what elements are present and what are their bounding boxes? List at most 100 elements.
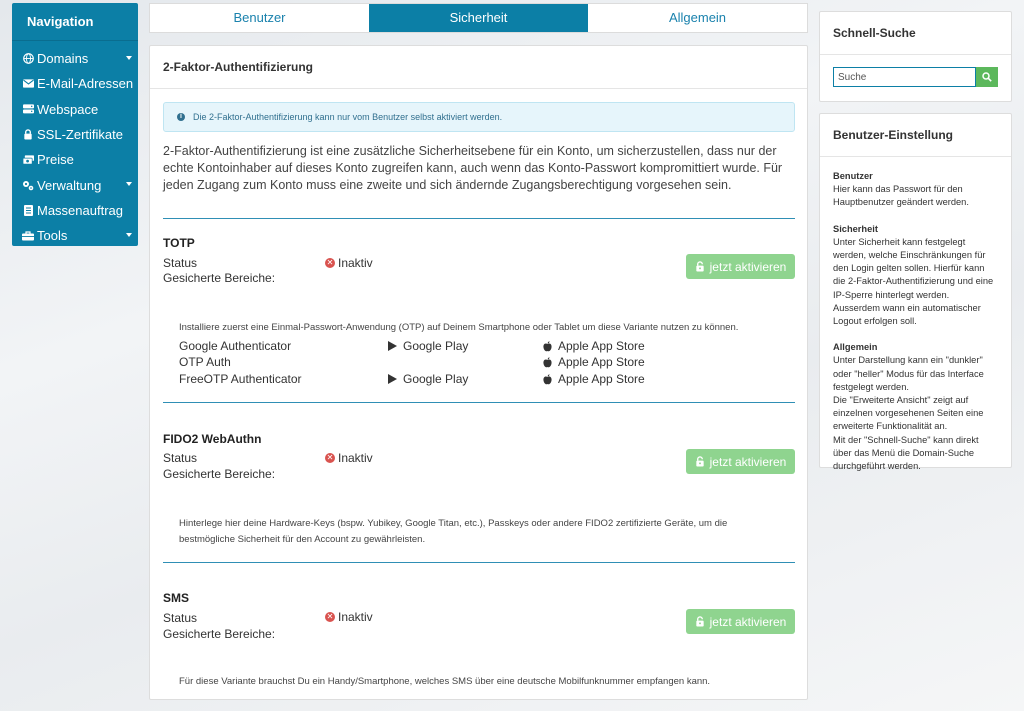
unlock-icon xyxy=(695,261,705,272)
fido-status-label: Status xyxy=(163,451,198,465)
app-name: FreeOTP Authenticator xyxy=(179,372,302,386)
toolbox-icon xyxy=(21,231,35,241)
totp-status-label: Status xyxy=(163,256,198,270)
sidebar-item-label: Preise xyxy=(37,152,74,168)
quick-search-panel: Schnell-Suche xyxy=(819,11,1012,102)
close-circle-icon: ✕ xyxy=(325,258,335,268)
section-divider xyxy=(163,218,795,219)
fido-description: Hinterlege hier deine Hardware-Keys (bsp… xyxy=(179,518,728,545)
fido-title: FIDO2 WebAuthn xyxy=(163,432,262,446)
sidebar-menu: Domains E-Mail-Adressen Webspace SSL-Zer… xyxy=(12,41,138,248)
chevron-down-icon xyxy=(126,182,132,187)
totp-areas-label: Gesicherte Bereiche: xyxy=(163,271,276,285)
totp-activate-button[interactable]: jetzt aktivieren xyxy=(686,254,795,279)
google-play-icon xyxy=(388,374,397,384)
sidebar-item-verwaltung[interactable]: Verwaltung xyxy=(12,172,138,197)
sms-activate-button[interactable]: jetzt aktivieren xyxy=(686,609,795,634)
app-name: OTP Auth xyxy=(179,355,231,369)
unlock-icon xyxy=(695,456,705,467)
status-text: Inaktiv xyxy=(338,451,373,465)
fido-activate-button[interactable]: jetzt aktivieren xyxy=(686,449,795,474)
tab-allgemein[interactable]: Allgemein xyxy=(588,4,807,32)
tab-sicherheit[interactable]: Sicherheit xyxy=(369,4,588,32)
sms-areas-label: Gesicherte Bereiche: xyxy=(163,627,276,641)
money-icon xyxy=(21,155,35,165)
app-store-label: Apple App Store xyxy=(558,355,645,369)
lock-icon xyxy=(21,129,35,140)
app-row-google-authenticator: Google Authenticator Google Play Apple A… xyxy=(179,339,779,355)
help-body: Benutzer Hier kann das Passwort für den … xyxy=(820,157,1011,473)
chevron-down-icon xyxy=(126,56,132,60)
sidebar-item-ssl[interactable]: SSL-Zertifikate xyxy=(12,122,138,147)
sidebar-item-preise[interactable]: Preise xyxy=(12,147,138,172)
app-store-link[interactable]: Apple App Store xyxy=(543,372,645,386)
google-play-link[interactable]: Google Play xyxy=(388,372,468,386)
sidebar-item-tools[interactable]: Tools xyxy=(12,223,138,248)
sms-status-label: Status xyxy=(163,611,198,625)
apple-icon xyxy=(543,373,552,384)
fido-status-value: ✕ Inaktiv xyxy=(325,451,373,465)
help-section-sicherheit: Sicherheit Unter Sicherheit kann festgel… xyxy=(833,223,998,329)
button-label: jetzt aktivieren xyxy=(709,259,787,274)
server-icon xyxy=(21,104,35,114)
button-label: jetzt aktivieren xyxy=(709,614,787,629)
user-settings-title: Benutzer-Einstellung xyxy=(820,114,1011,157)
totp-title: TOTP xyxy=(163,236,195,250)
panel-title: 2-Faktor-Authentifizierung xyxy=(150,46,807,89)
sidebar-item-label: Verwaltung xyxy=(37,177,102,193)
info-icon: i xyxy=(177,113,185,121)
app-store-link[interactable]: Apple App Store xyxy=(543,339,645,353)
two-factor-panel: 2-Faktor-Authentifizierung i Die 2-Fakto… xyxy=(149,45,808,700)
app-row-otp-auth: OTP Auth Apple App Store xyxy=(179,355,779,371)
chevron-down-icon xyxy=(126,233,132,238)
sidebar-title: Navigation xyxy=(12,3,138,41)
sidebar-item-email[interactable]: E-Mail-Adressen xyxy=(12,71,138,96)
section-divider xyxy=(163,402,795,403)
sidebar-item-label: Tools xyxy=(37,228,68,244)
envelope-icon xyxy=(21,79,35,89)
user-settings-panel: Benutzer-Einstellung Benutzer Hier kann … xyxy=(819,113,1012,471)
sms-description: Für diese Variante brauchst Du ein Handy… xyxy=(179,676,711,687)
sidebar-item-label: Domains xyxy=(37,51,89,67)
apple-icon xyxy=(543,340,552,351)
search-input[interactable] xyxy=(833,67,976,87)
help-section-benutzer: Benutzer Hier kann das Passwort für den … xyxy=(833,170,998,210)
settings-tabs: Benutzer Sicherheit Allgemein xyxy=(149,3,808,33)
google-play-label: Google Play xyxy=(403,372,469,386)
unlock-icon xyxy=(695,616,705,627)
help-heading: Sicherheit xyxy=(833,223,878,234)
status-text: Inaktiv xyxy=(338,610,373,624)
totp-description: Installiere zuerst eine Einmal-Passwort-… xyxy=(179,322,739,333)
google-play-link[interactable]: Google Play xyxy=(388,339,468,353)
help-text: Hier kann das Passwort für den Hauptbenu… xyxy=(833,184,969,208)
button-label: jetzt aktivieren xyxy=(709,454,787,469)
sidebar-item-label: Webspace xyxy=(37,101,99,117)
search-group xyxy=(833,67,998,87)
apple-icon xyxy=(543,356,552,367)
sidebar-item-label: SSL-Zertifikate xyxy=(37,127,123,143)
list-icon xyxy=(21,204,35,216)
sidebar-item-massenauftrag[interactable]: Massenauftrag xyxy=(12,198,138,223)
help-heading: Allgemein xyxy=(833,342,878,353)
close-circle-icon: ✕ xyxy=(325,453,335,463)
intro-text: 2-Faktor-Authentifizierung ist eine zusä… xyxy=(163,144,783,192)
sms-title: SMS xyxy=(163,591,190,605)
fido-areas-label: Gesicherte Bereiche: xyxy=(163,467,276,481)
help-section-allgemein: Allgemein Unter Darstellung kann ein "du… xyxy=(833,341,998,473)
sidebar-navigation: Navigation Domains E-Mail-Adressen Websp… xyxy=(12,3,138,246)
app-store-label: Apple App Store xyxy=(558,372,645,386)
app-store-link[interactable]: Apple App Store xyxy=(543,355,645,369)
sidebar-item-label: E-Mail-Adressen xyxy=(37,76,134,92)
sidebar-item-domains[interactable]: Domains xyxy=(12,46,138,71)
search-button[interactable] xyxy=(976,67,998,87)
tab-benutzer[interactable]: Benutzer xyxy=(150,4,369,32)
globe-icon xyxy=(21,53,35,65)
main-content: Benutzer Sicherheit Allgemein 2-Faktor-A… xyxy=(149,3,808,700)
app-name: Google Authenticator xyxy=(179,339,292,353)
info-alert: i Die 2-Faktor-Authentifizierung kann nu… xyxy=(163,102,795,132)
help-text: Die "Erweiterte Ansicht" zeigt auf einze… xyxy=(833,395,984,432)
app-store-label: Apple App Store xyxy=(558,339,645,353)
app-row-freeotp: FreeOTP Authenticator Google Play Apple … xyxy=(179,372,779,388)
help-text: Unter Darstellung kann ein "dunkler" ode… xyxy=(833,355,984,392)
sidebar-item-webspace[interactable]: Webspace xyxy=(12,97,138,122)
